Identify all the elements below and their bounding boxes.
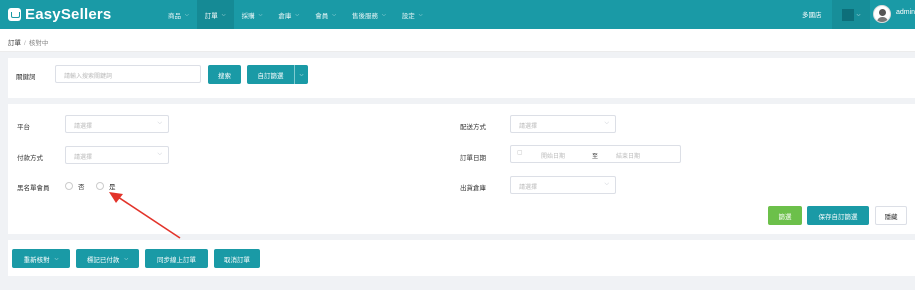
chevron-down-icon: ⌵ xyxy=(157,151,162,157)
chevron-down-icon: ⌵ xyxy=(418,11,423,18)
logo[interactable]: EasySellers xyxy=(8,6,111,23)
mark-paid-label: 標記已付款 xyxy=(86,256,120,264)
end-date-placeholder: 結束日期 xyxy=(616,154,641,160)
breadcrumb: 訂單 / 核對中 xyxy=(0,29,915,52)
nav-item-2[interactable]: 採購 ⌵ xyxy=(234,0,271,29)
save-custom-filter-button[interactable]: 保存自訂篩選 xyxy=(807,206,869,225)
nav-item-4[interactable]: 會員 ⌵ xyxy=(307,0,344,29)
payment-select[interactable]: 請選擇 ⌵ xyxy=(65,146,169,164)
nav-item-label: 設定 xyxy=(401,12,415,20)
chevron-down-icon: ⌵ xyxy=(604,120,609,126)
blacklist-radio-yes[interactable]: 是 xyxy=(96,181,116,191)
theme-color-picker[interactable]: ⌵ xyxy=(832,0,870,29)
order-date-range[interactable]: ▢ 開始日期 至 結束日期 xyxy=(510,145,681,163)
platform-select[interactable]: 請選擇 ⌵ xyxy=(65,115,169,133)
platform-placeholder: 請選擇 xyxy=(74,124,93,130)
platform-label: 平台 xyxy=(17,124,30,131)
payment-placeholder: 請選擇 xyxy=(74,155,93,161)
nav-item-label: 會員 xyxy=(315,12,329,20)
store-selector[interactable]: 多國店 xyxy=(802,9,822,19)
recheck-button[interactable]: 重新核對 ⌵ xyxy=(12,249,70,268)
nav-item-1[interactable]: 訂單 ⌵ xyxy=(196,0,234,29)
shipping-select[interactable]: 請選擇 ⌵ xyxy=(510,115,616,133)
chevron-down-icon: ⌵ xyxy=(157,120,162,126)
keyword-label: 關鍵詞 xyxy=(16,74,36,81)
radio-label: 是 xyxy=(109,184,116,191)
cancel-order-button[interactable]: 取消訂單 xyxy=(214,249,260,268)
action-bar: 重新核對 ⌵ 標記已付款 ⌵ 同步線上訂單 取消訂單 xyxy=(8,240,915,276)
chevron-down-icon: ⌵ xyxy=(124,255,129,262)
chevron-down-icon: ⌵ xyxy=(299,71,304,78)
keyword-input[interactable]: 請輸入搜索關鍵詞 xyxy=(55,65,201,83)
nav-item-6[interactable]: 設定 ⌵ xyxy=(394,0,431,29)
nav-item-label: 訂單 xyxy=(204,12,218,20)
search-panel: 關鍵詞 請輸入搜索關鍵詞 搜索 自訂篩選 ⌵ xyxy=(8,58,915,98)
logo-text: EasySellers xyxy=(25,6,112,23)
shipping-placeholder: 請選擇 xyxy=(519,124,538,130)
filter-button[interactable]: 篩選 xyxy=(768,206,802,225)
chevron-down-icon: ⌵ xyxy=(381,11,386,18)
radio-label: 否 xyxy=(78,184,85,191)
nav-item-3[interactable]: 倉庫 ⌵ xyxy=(270,0,307,29)
nav-item-0[interactable]: 商品 ⌵ xyxy=(160,0,197,29)
nav-item-label: 倉庫 xyxy=(278,12,292,20)
nav-item-label: 售後服務 xyxy=(351,12,378,20)
user-name[interactable]: admin xyxy=(896,9,915,16)
start-date-placeholder: 開始日期 xyxy=(541,154,566,160)
chevron-down-icon: ⌵ xyxy=(54,255,59,262)
blacklist-label: 黑名單會員 xyxy=(17,185,50,192)
chevron-down-icon: ⌵ xyxy=(221,11,226,18)
chevron-down-icon: ⌵ xyxy=(258,11,263,18)
custom-filter-button[interactable]: 自訂篩選 xyxy=(247,65,294,84)
recheck-label: 重新核對 xyxy=(23,256,50,264)
custom-filter-dropdown[interactable]: ⌵ xyxy=(294,65,308,84)
nav-item-label: 商品 xyxy=(168,12,181,20)
search-button[interactable]: 搜索 xyxy=(208,65,241,84)
breadcrumb-separator: / xyxy=(24,40,26,47)
calendar-icon: ▢ xyxy=(517,150,523,156)
mark-paid-button[interactable]: 標記已付款 ⌵ xyxy=(76,249,139,268)
warehouse-placeholder: 請選擇 xyxy=(519,185,538,191)
chevron-down-icon: ⌵ xyxy=(332,11,336,18)
sync-online-orders-button[interactable]: 同步線上訂單 xyxy=(145,249,208,268)
chevron-down-icon: ⌵ xyxy=(604,181,609,187)
blacklist-radio-no[interactable]: 否 xyxy=(65,181,85,191)
payment-label: 付款方式 xyxy=(17,155,43,162)
nav-item-label: 採購 xyxy=(241,12,255,20)
nav-item-5[interactable]: 售後服務 ⌵ xyxy=(344,0,394,29)
radio-circle xyxy=(65,182,73,190)
avatar[interactable] xyxy=(873,5,891,23)
radio-circle xyxy=(96,182,104,190)
warehouse-label: 出貨倉庫 xyxy=(460,185,486,192)
logo-bag-icon xyxy=(8,8,21,21)
filter-panel: 平台 請選擇 ⌵ 付款方式 請選擇 ⌵ 黑名單會員 否 是 配送方式 請選擇 ⌵… xyxy=(8,104,915,234)
color-swatch xyxy=(841,8,854,21)
date-range-separator: 至 xyxy=(592,154,599,160)
order-date-label: 訂單日期 xyxy=(460,155,486,162)
chevron-down-icon: ⌵ xyxy=(295,11,300,18)
shipping-label: 配送方式 xyxy=(460,124,486,131)
breadcrumb-root[interactable]: 訂單 xyxy=(8,40,21,47)
hide-button[interactable]: 隱藏 xyxy=(875,206,907,225)
top-nav: EasySellers 商品 ⌵ 訂單 ⌵ 採購 ⌵ 倉庫 ⌵ 會員 ⌵ 售後服務 ⌵ 設定 ⌵ 多國店 … xyxy=(0,0,915,29)
chevron-down-icon: ⌵ xyxy=(856,11,861,18)
chevron-down-icon: ⌵ xyxy=(185,11,189,18)
warehouse-select[interactable]: 請選擇 ⌵ xyxy=(510,176,616,194)
breadcrumb-current: 核對中 xyxy=(28,40,49,47)
main-menu: 商品 ⌵ 訂單 ⌵ 採購 ⌵ 倉庫 ⌵ 會員 ⌵ 售後服務 ⌵ 設定 ⌵ xyxy=(160,0,431,29)
